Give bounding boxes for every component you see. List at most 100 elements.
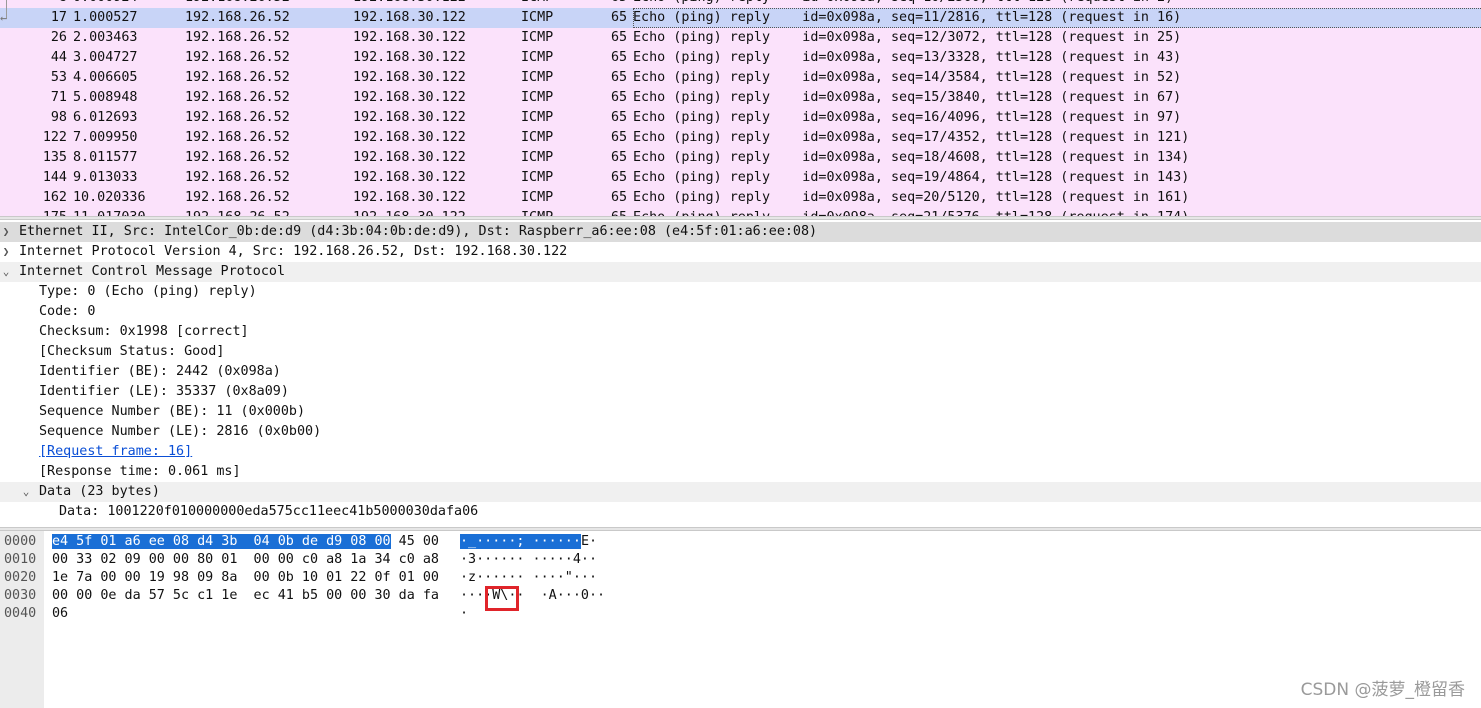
hex-bytes-text[interactable]: 1e 7a 00 00 19 98 09 8a 00 0b 10 01 22 0…	[52, 570, 439, 585]
packet-row[interactable]: 44 3.004727 192.168.26.52 192.168.30.122 ICM…	[0, 48, 1481, 68]
column-length: 65	[611, 130, 628, 145]
column-time: 0.000924	[73, 0, 138, 8]
tree-field[interactable]: Code: 0	[0, 302, 1481, 322]
chevron-down-icon[interactable]: ⌄	[20, 482, 32, 502]
packet-row[interactable]: 98 6.012693 192.168.26.52 192.168.30.122 ICM…	[0, 108, 1481, 128]
column-source: 192.168.26.52	[185, 50, 290, 65]
column-protocol: ICMP	[521, 30, 554, 45]
chevron-right-icon[interactable]: ❯	[0, 222, 12, 242]
column-protocol: ICMP	[521, 208, 553, 216]
ascii-bytes[interactable]: ·3······ ·····4··	[460, 551, 597, 569]
column-length: 65	[611, 0, 627, 8]
hex-bytes[interactable]: e4 5f 01 a6 ee 08 d4 3b 04 0b de d9 08 0…	[52, 533, 439, 551]
tree-node-ip[interactable]: ❯ Internet Protocol Version 4, Src: 192.…	[0, 242, 1481, 262]
column-no: 162	[42, 190, 67, 205]
hex-bytes-text[interactable]: 00 33 02 09 00 00 80 01 00 00 c0 a8 1a 3…	[52, 552, 439, 567]
column-protocol: ICMP	[521, 10, 554, 25]
column-source: 192.168.26.52	[185, 110, 290, 125]
watermark: CSDN @菠萝_橙留香	[1300, 680, 1465, 700]
packet-details-tree[interactable]: ❯ Ethernet II, Src: IntelCor_0b:de:d9 (d…	[0, 221, 1481, 525]
column-time: 6.012693	[73, 110, 138, 125]
tree-node-data[interactable]: ⌄ Data (23 bytes)	[0, 482, 1481, 502]
ascii-bytes-text[interactable]: ····W\·· ·A···0··	[460, 588, 605, 603]
hex-bytes-text[interactable]: 06	[52, 606, 68, 621]
packet-row[interactable]: 162 10.020336 192.168.26.52 192.168.30.122 I…	[0, 188, 1481, 208]
column-no: 71	[50, 90, 67, 105]
tree-node-label: Internet Control Message Protocol	[19, 264, 286, 279]
tree-node-label: Internet Protocol Version 4, Src: 192.16…	[19, 244, 568, 259]
column-source: 192.168.26.52	[185, 0, 290, 8]
tree-node-ethernet[interactable]: ❯ Ethernet II, Src: IntelCor_0b:de:d9 (d…	[0, 222, 1481, 242]
hex-bytes[interactable]: 06	[52, 605, 68, 623]
column-destination: 192.168.30.122	[353, 208, 466, 216]
ascii-bytes-text[interactable]: ·z······ ····"···	[460, 570, 597, 585]
packet-list-splitter[interactable]	[0, 216, 1481, 220]
column-protocol: ICMP	[521, 190, 554, 205]
packet-row[interactable]: 53 4.006605 192.168.26.52 192.168.30.122 ICM…	[0, 68, 1481, 88]
tree-field[interactable]: Identifier (LE): 35337 (0x8a09)	[0, 382, 1481, 402]
packet-row[interactable]: 26 2.003463 192.168.26.52 192.168.30.122 ICM…	[0, 28, 1481, 48]
tree-field-label: Checksum: 0x1998 [correct]	[39, 324, 249, 339]
column-info: Echo (ping) reply id=0x098a, seq=17/4352…	[633, 130, 1190, 145]
column-source: 192.168.26.52	[185, 208, 290, 216]
column-time: 7.009950	[73, 130, 138, 145]
column-no: 44	[50, 50, 67, 65]
packet-list[interactable]: 80.000924192.168.26.52192.168.30.122ICMP…	[0, 0, 1481, 216]
request-frame-link[interactable]: [Request frame: 16]	[39, 442, 192, 462]
column-protocol: ICMP	[521, 70, 554, 85]
tree-field[interactable]: [Response time: 0.061 ms]	[0, 462, 1481, 482]
packet-row[interactable]: 144 9.013033 192.168.26.52 192.168.30.122 IC…	[0, 168, 1481, 188]
column-time: 3.004727	[73, 50, 138, 65]
tree-node-icmp[interactable]: ⌄ Internet Control Message Protocol	[0, 262, 1481, 282]
tree-field[interactable]: Identifier (BE): 2442 (0x098a)	[0, 362, 1481, 382]
packet-row[interactable]: 71 5.008948 192.168.26.52 192.168.30.122 ICM…	[0, 88, 1481, 108]
column-no: 98	[50, 110, 67, 125]
hex-bytes-text[interactable]: 45 00	[391, 534, 439, 549]
ascii-bytes-text[interactable]: ·3······ ·····4··	[460, 552, 597, 567]
tree-field-data[interactable]: Data: 1001220f010000000eda575cc11eec41b5…	[0, 502, 1481, 522]
column-time: 9.013033	[73, 170, 138, 185]
column-info: Echo (ping) reply id=0x098a, seq=11/2816…	[633, 8, 1481, 28]
ascii-bytes[interactable]: ····W\·· ·A···0··	[460, 587, 605, 605]
hex-bytes[interactable]: 00 33 02 09 00 00 80 01 00 00 c0 a8 1a 3…	[52, 551, 439, 569]
tree-field-label: [Response time: 0.061 ms]	[39, 464, 241, 479]
column-source: 192.168.26.52	[185, 170, 290, 185]
ascii-bytes[interactable]: ·_·····; ······E·	[460, 533, 597, 551]
packet-row-partial[interactable]: 80.000924192.168.26.52192.168.30.122ICMP…	[0, 0, 1481, 8]
tree-field[interactable]: Type: 0 (Echo (ping) reply)	[0, 282, 1481, 302]
packet-row[interactable]: 135 8.011577 192.168.26.52 192.168.30.122 IC…	[0, 148, 1481, 168]
hex-bytes-text[interactable]: 00 00 0e da 57 5c c1 1e ec 41 b5 00 00 3…	[52, 588, 439, 603]
column-length: 65	[611, 30, 628, 45]
column-protocol: ICMP	[521, 0, 553, 8]
packet-row[interactable]: 17 1.000527 192.168.26.52 192.168.30.122 ICM…	[0, 8, 1481, 28]
tree-field-label: Data: 1001220f010000000eda575cc11eec41b5…	[59, 504, 479, 519]
column-destination: 192.168.30.122	[353, 190, 466, 205]
hex-bytes[interactable]: 00 00 0e da 57 5c c1 1e ec 41 b5 00 00 3…	[52, 587, 439, 605]
packet-bytes-pane[interactable]: 0000 e4 5f 01 a6 ee 08 d4 3b 04 0b de d9 …	[0, 531, 1481, 708]
column-time: 5.008948	[73, 90, 138, 105]
tree-field[interactable]: Sequence Number (BE): 11 (0x000b)	[0, 402, 1481, 422]
column-length: 65	[611, 70, 628, 85]
hex-bytes[interactable]: 1e 7a 00 00 19 98 09 8a 00 0b 10 01 22 0…	[52, 569, 439, 587]
tree-field[interactable]: [Checksum Status: Good]	[0, 342, 1481, 362]
column-source: 192.168.26.52	[185, 190, 290, 205]
chevron-right-icon[interactable]: ❯	[0, 242, 12, 262]
hex-bytes-selected[interactable]: e4 5f 01 a6 ee 08 d4 3b 04 0b de d9 08 0…	[52, 534, 391, 549]
packet-row[interactable]: 122 7.009950 192.168.26.52 192.168.30.122 IC…	[0, 128, 1481, 148]
ascii-bytes-text[interactable]: ·	[460, 606, 468, 621]
column-no: 175	[0, 208, 67, 216]
column-protocol: ICMP	[521, 150, 554, 165]
column-info: Echo (ping) reply id=0x098a, seq=15/3840…	[633, 90, 1182, 105]
column-destination: 192.168.30.122	[353, 0, 466, 8]
request-frame-link-row[interactable]: [Request frame: 16]	[0, 442, 1481, 462]
packet-row-partial[interactable]: 175 11.017030 192.168.26.52 192.168.30.122 I…	[0, 208, 1481, 216]
tree-field[interactable]: Sequence Number (LE): 2816 (0x0b00)	[0, 422, 1481, 442]
chevron-down-icon[interactable]: ⌄	[0, 262, 12, 282]
ascii-bytes[interactable]: ·	[460, 605, 468, 623]
ascii-bytes-text[interactable]: E·	[581, 534, 597, 549]
ascii-bytes[interactable]: ·z······ ····"···	[460, 569, 597, 587]
column-protocol: ICMP	[521, 90, 554, 105]
column-destination: 192.168.30.122	[353, 150, 466, 165]
tree-field[interactable]: Checksum: 0x1998 [correct]	[0, 322, 1481, 342]
ascii-bytes-selected[interactable]: ·_·····; ······	[460, 534, 581, 549]
